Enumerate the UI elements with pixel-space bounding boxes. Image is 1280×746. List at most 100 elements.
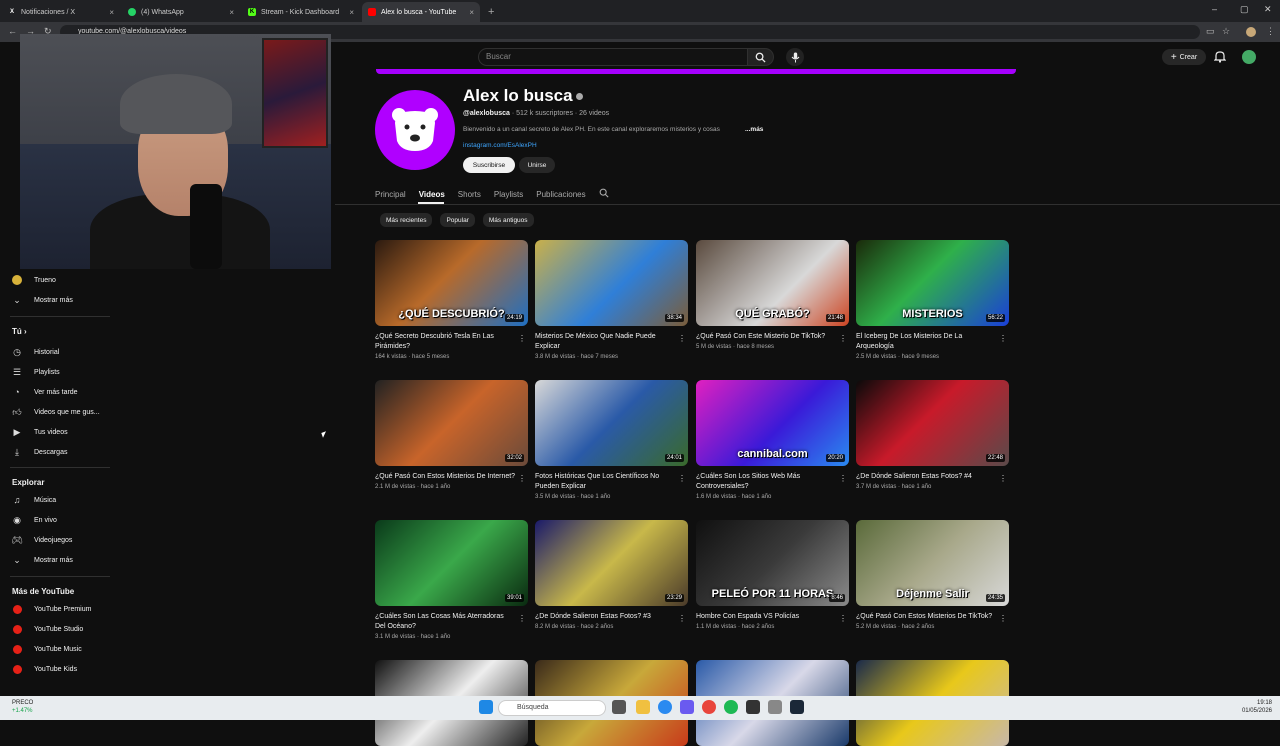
app-icon[interactable] bbox=[746, 700, 760, 714]
sidebar-item-live[interactable]: ◉ En vivo bbox=[12, 513, 57, 527]
video-thumbnail[interactable]: 39:01 bbox=[375, 520, 528, 606]
back-icon[interactable]: ← bbox=[8, 26, 17, 36]
settings-gear-icon[interactable] bbox=[768, 700, 782, 714]
close-window-icon[interactable]: ✕ bbox=[1264, 4, 1272, 15]
video-thumbnail[interactable]: 24:01 bbox=[535, 380, 688, 466]
chip-oldest[interactable]: Más antiguos bbox=[482, 213, 534, 227]
menu-dots-icon[interactable]: ⋮ bbox=[1266, 26, 1275, 37]
tab-publicaciones[interactable]: Publicaciones bbox=[536, 190, 585, 199]
video-thumbnail[interactable]: MISTERIOS 56:22 bbox=[856, 240, 1009, 326]
create-button[interactable]: + Crear bbox=[1162, 49, 1206, 65]
sidebar-item-history[interactable]: ◷ Historial bbox=[12, 345, 59, 359]
more-options-icon[interactable]: ⋮ bbox=[839, 474, 847, 483]
video-thumbnail[interactable]: ¿QUÉ DESCUBRIÓ? 24:19 bbox=[375, 240, 528, 326]
search-input[interactable]: Buscar bbox=[478, 48, 748, 66]
chrome-icon[interactable] bbox=[702, 700, 716, 714]
sidebar-item-liked-videos[interactable]: 👍︎ Videos que me gus... bbox=[12, 405, 99, 419]
profile-avatar[interactable] bbox=[1246, 27, 1256, 37]
video-card[interactable]: QUÉ GRABÓ? 21:48 ¿Qué Pasó Con Este Mister… bbox=[696, 240, 849, 350]
subscribe-button[interactable]: Suscribirse bbox=[463, 157, 515, 173]
channel-link[interactable]: instagram.com/EsAlexPH bbox=[463, 142, 537, 149]
video-title[interactable]: ¿Qué Pasó Con Este Misterio De TikTok? bbox=[696, 332, 849, 342]
voice-search-button[interactable] bbox=[786, 48, 804, 66]
chip-most-recent[interactable]: Más recientes bbox=[380, 213, 433, 227]
search-button[interactable] bbox=[748, 48, 774, 66]
maximize-icon[interactable]: ▢ bbox=[1240, 4, 1249, 15]
sidebar-item-show-more-explore[interactable]: ⌄ Mostrar más bbox=[12, 553, 73, 567]
video-title[interactable]: ¿De Dónde Salieron Estas Fotos? #4 bbox=[856, 472, 1009, 482]
video-thumbnail[interactable]: QUÉ GRABÓ? 21:48 bbox=[696, 240, 849, 326]
more-options-icon[interactable]: ⋮ bbox=[678, 334, 686, 343]
video-card[interactable]: ¿QUÉ DESCUBRIÓ? 24:19 ¿Qué Secreto Descubr… bbox=[375, 240, 528, 360]
more-options-icon[interactable]: ⋮ bbox=[839, 614, 847, 623]
tab-principal[interactable]: Principal bbox=[375, 190, 406, 199]
browser-tab-whatsapp[interactable]: (4) WhatsApp × bbox=[122, 2, 240, 22]
browser-tab-kick[interactable]: K Stream - Kick Dashboard × bbox=[242, 2, 360, 22]
video-card[interactable]: 32:02 ¿Qué Pasó Con Estos Misterios De In… bbox=[375, 380, 528, 490]
video-card[interactable]: 23:29 ¿De Dónde Salieron Estas Fotos? #3 8… bbox=[535, 520, 688, 630]
file-explorer-icon[interactable] bbox=[636, 700, 650, 714]
video-thumbnail[interactable]: 38:34 bbox=[535, 240, 688, 326]
sidebar-item-downloads[interactable]: ⤓ Descargas bbox=[12, 445, 67, 459]
sidebar-item-gaming[interactable]: 🎮︎ Videojuegos bbox=[11, 533, 72, 547]
account-avatar[interactable] bbox=[1242, 50, 1256, 64]
minimize-icon[interactable]: – bbox=[1212, 4, 1217, 14]
more-options-icon[interactable]: ⋮ bbox=[999, 474, 1007, 483]
video-title[interactable]: ¿Cuáles Son Los Sitios Web Más Controver… bbox=[696, 472, 849, 492]
sidebar-item-youtube-kids[interactable]: YouTube Kids bbox=[12, 662, 77, 676]
tab-playlists[interactable]: Playlists bbox=[494, 190, 523, 199]
taskbar-search[interactable]: Búsqueda bbox=[498, 700, 606, 716]
browser-tab-youtube[interactable]: Alex lo busca - YouTube × bbox=[362, 2, 480, 22]
sidebar-item-youtube-studio[interactable]: YouTube Studio bbox=[12, 622, 83, 636]
steam-icon[interactable] bbox=[790, 700, 804, 714]
video-thumbnail[interactable]: 23:29 bbox=[535, 520, 688, 606]
taskbar-clock[interactable]: 19:18 01/05/2026 bbox=[1242, 699, 1272, 715]
sidebar-item-youtube-music[interactable]: YouTube Music bbox=[12, 642, 82, 656]
close-icon[interactable]: × bbox=[469, 8, 474, 17]
video-card[interactable]: 39:01 ¿Cuáles Son Las Cosas Más Aterrador… bbox=[375, 520, 528, 640]
video-title[interactable]: ¿Qué Secreto Descubrió Tesla En Las Pirá… bbox=[375, 332, 528, 352]
video-card[interactable]: 22:48 ¿De Dónde Salieron Estas Fotos? #4 3… bbox=[856, 380, 1009, 490]
more-options-icon[interactable]: ⋮ bbox=[518, 334, 526, 343]
more-options-icon[interactable]: ⋮ bbox=[678, 474, 686, 483]
video-thumbnail[interactable]: 32:02 bbox=[375, 380, 528, 466]
channel-avatar[interactable] bbox=[375, 90, 455, 170]
video-title[interactable]: ¿Qué Pasó Con Estos Misterios De Interne… bbox=[375, 472, 528, 482]
tab-shorts[interactable]: Shorts bbox=[458, 190, 481, 199]
channel-description[interactable]: Bienvenido a un canal secreto de Alex PH… bbox=[463, 126, 720, 133]
video-title[interactable]: ¿Cuáles Son Las Cosas Más Aterradoras De… bbox=[375, 612, 528, 632]
video-thumbnail[interactable]: PELEÓ POR 11 HORAS 8:46 bbox=[696, 520, 849, 606]
video-title[interactable]: Hombre Con Espada VS Policías bbox=[696, 612, 849, 622]
browser-tab-x[interactable]: X Notificaciones / X × bbox=[2, 2, 120, 22]
close-icon[interactable]: × bbox=[349, 8, 354, 17]
video-card[interactable]: 38:34 Misterios De México Que Nadie Puede… bbox=[535, 240, 688, 360]
cast-icon[interactable]: ▭ bbox=[1206, 26, 1215, 37]
video-card[interactable]: PELEÓ POR 11 HORAS 8:46 Hombre Con Espada … bbox=[696, 520, 849, 630]
video-thumbnail[interactable]: Déjenme Salir 24:35 bbox=[856, 520, 1009, 606]
sidebar-item-playlists[interactable]: ☰ Playlists bbox=[12, 365, 60, 379]
video-title[interactable]: Fotos Históricas Que Los Científicos No … bbox=[535, 472, 688, 492]
video-card[interactable]: MISTERIOS 56:22 El Iceberg De Los Misterio… bbox=[856, 240, 1009, 360]
more-options-icon[interactable]: ⋮ bbox=[999, 614, 1007, 623]
browser-app-icon[interactable] bbox=[658, 700, 672, 714]
channel-search-icon[interactable] bbox=[599, 188, 609, 200]
video-thumbnail[interactable]: 22:48 bbox=[856, 380, 1009, 466]
video-card[interactable]: Déjenme Salir 24:35 ¿Qué Pasó Con Estos Mi… bbox=[856, 520, 1009, 630]
sidebar-item-youtube-premium[interactable]: YouTube Premium bbox=[12, 602, 91, 616]
close-icon[interactable]: × bbox=[229, 8, 234, 17]
more-options-icon[interactable]: ⋮ bbox=[999, 334, 1007, 343]
task-view-icon[interactable] bbox=[612, 700, 626, 714]
video-title[interactable]: ¿Qué Pasó Con Estos Misterios De TikTok? bbox=[856, 612, 1009, 622]
more-options-icon[interactable]: ⋮ bbox=[518, 614, 526, 623]
bookmark-star-icon[interactable]: ☆ bbox=[1222, 26, 1230, 37]
video-card[interactable]: 24:01 Fotos Históricas Que Los Científico… bbox=[535, 380, 688, 500]
close-icon[interactable]: × bbox=[109, 8, 114, 17]
video-title[interactable]: El Iceberg De Los Misterios De La Arqueo… bbox=[856, 332, 1009, 352]
more-options-icon[interactable]: ⋮ bbox=[839, 334, 847, 343]
sidebar-item-music[interactable]: ♫ Música bbox=[12, 493, 57, 507]
more-options-icon[interactable]: ⋮ bbox=[518, 474, 526, 483]
video-card[interactable]: cannibal.com 20:20 ¿Cuáles Son Los Sitios … bbox=[696, 380, 849, 500]
video-title[interactable]: Misterios De México Que Nadie Puede Expl… bbox=[535, 332, 688, 352]
sidebar-item-trueno[interactable]: Trueno bbox=[12, 273, 56, 287]
new-tab-button[interactable]: + bbox=[488, 6, 494, 18]
